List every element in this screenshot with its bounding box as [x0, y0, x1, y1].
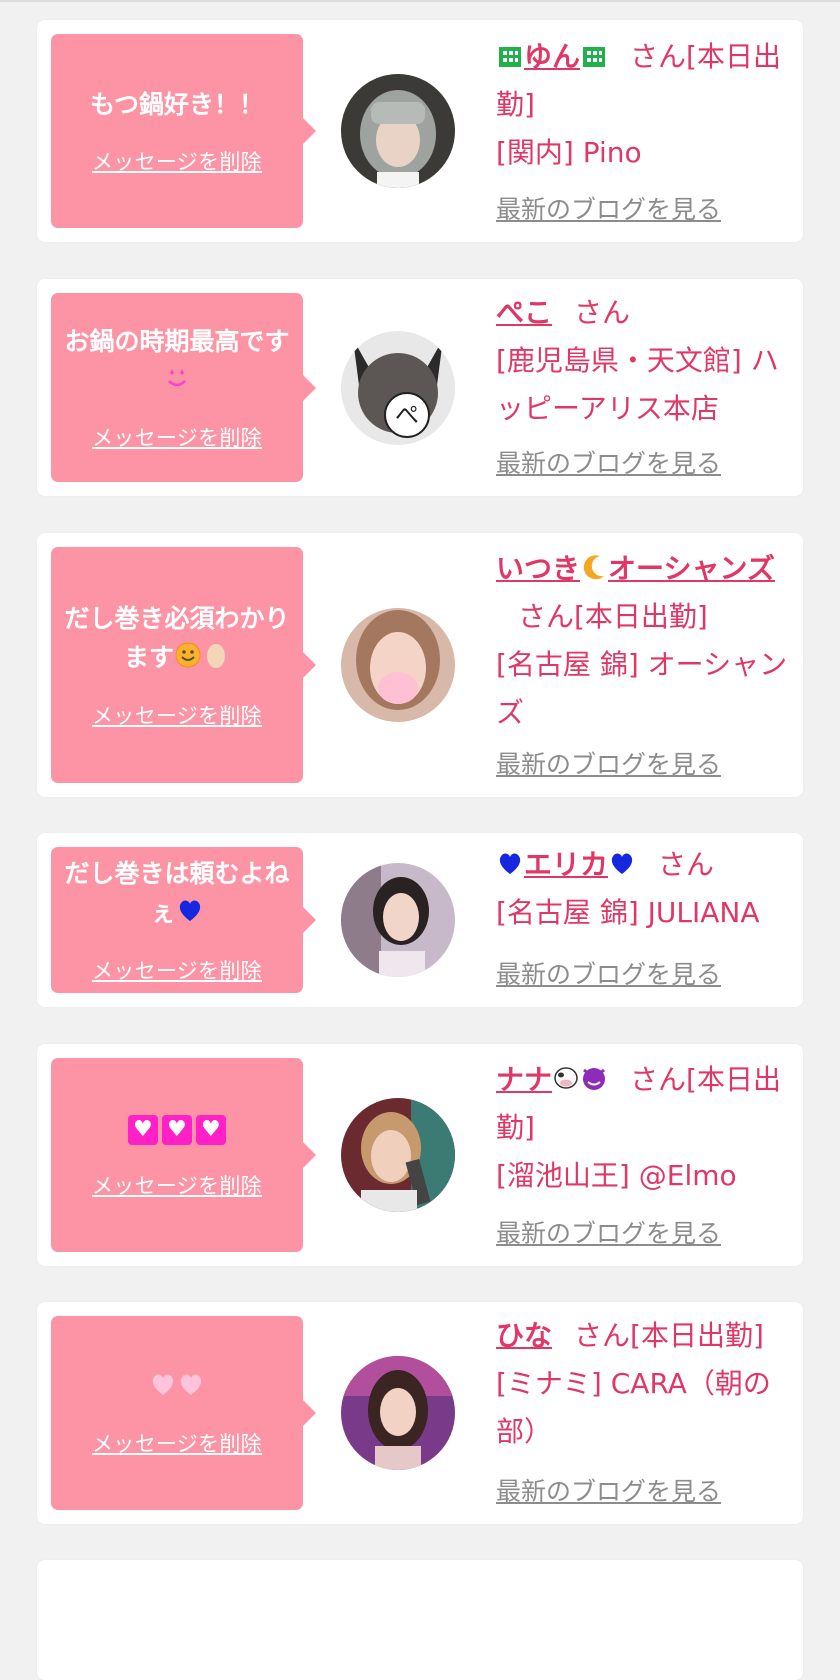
profile-name-link[interactable]: ゆん — [496, 40, 608, 73]
avatar[interactable] — [341, 608, 455, 722]
avatar[interactable]: ぺ — [341, 330, 455, 445]
message-bubble: メッセージを削除 — [51, 1058, 316, 1252]
latest-blog-link[interactable]: 最新のブログを見る — [496, 749, 721, 781]
building-icon — [580, 41, 608, 69]
message-card: だし巻き必須わかります メッセージを削除 いつき オーシャンズさん[本日出勤] [… — [37, 533, 803, 797]
delete-message-link[interactable]: メッセージを削除 — [92, 700, 262, 730]
shop-name: [名古屋 錦] JULIANA — [496, 896, 760, 929]
delete-message-link[interactable]: メッセージを削除 — [92, 955, 262, 985]
status-text: さん — [658, 848, 715, 881]
star-struck-face-icon — [163, 364, 191, 392]
message-bubble: だし巻きは頼むよねぇ メッセージを削除 — [51, 847, 316, 993]
profile-name-link[interactable]: いつき オーシャンズ — [496, 552, 775, 585]
message-bubble: お鍋の時期最高です メッセージを削除 — [51, 293, 316, 482]
message-bubble: メッセージを削除 — [51, 1316, 316, 1510]
delete-message-link[interactable]: メッセージを削除 — [92, 422, 262, 452]
avatar[interactable] — [341, 863, 455, 977]
crescent-moon-icon — [580, 553, 608, 581]
profile-info: エリカ さん [名古屋 錦] JULIANA — [496, 841, 791, 937]
latest-blog-link[interactable]: 最新のブログを見る — [496, 448, 721, 480]
message-card: メッセージを削除 ナナさん[本日出勤] [溜池山王] @Elmo 最新のブログを… — [37, 1044, 803, 1266]
message-card: お鍋の時期最高です メッセージを削除 ぺ ぺこ さん [鹿児島県・天文館] ハッピ… — [37, 279, 803, 496]
message-text: だし巻き必須わかります — [64, 604, 290, 672]
latest-blog-link[interactable]: 最新のブログを見る — [496, 959, 721, 991]
shop-name: [鹿児島県・天文館] ハッピーアリス本店 — [496, 344, 779, 425]
avatar[interactable] — [341, 1356, 455, 1470]
message-text: お鍋の時期最高です — [51, 323, 303, 401]
profile-info: ゆん さん[本日出勤] [関内] Pino — [496, 33, 791, 177]
message-card: もつ鍋好き！！ メッセージを削除 ゆん さん[本日出勤] [関内] Pino 最新… — [37, 20, 803, 242]
profile-name-link[interactable]: ぺこ — [496, 296, 552, 329]
latest-blog-link[interactable]: 最新のブログを見る — [496, 1218, 721, 1250]
status-text: さん[本日出勤] — [574, 1319, 764, 1352]
heart-box-icon — [196, 1114, 226, 1145]
status-text: さん — [574, 296, 631, 329]
message-card — [37, 1560, 803, 1680]
blue-heart-icon — [496, 849, 524, 877]
svg-text:ぺ: ぺ — [395, 401, 419, 429]
blue-heart-icon — [176, 896, 204, 924]
blue-heart-icon — [608, 849, 636, 877]
pink-heart-icon — [177, 1370, 205, 1398]
cow-icon — [552, 1064, 580, 1092]
message-bubble: だし巻き必須わかります メッセージを削除 — [51, 547, 316, 783]
egg-icon — [202, 641, 230, 669]
building-icon — [496, 41, 524, 69]
delete-message-link[interactable]: メッセージを削除 — [92, 1170, 262, 1200]
shop-name: [名古屋 錦] オーシャンズ — [496, 648, 788, 729]
pink-heart-icon — [149, 1370, 177, 1398]
message-text — [137, 1368, 217, 1407]
profile-name-link[interactable]: エリカ — [496, 848, 636, 881]
message-text — [114, 1110, 240, 1149]
shop-name: [関内] Pino — [496, 136, 642, 169]
purple-devil-icon — [580, 1064, 608, 1092]
message-card: メッセージを削除 ひな さん[本日出勤] [ミナミ] CARA（朝の部） 最新のブ… — [37, 1302, 803, 1524]
message-text: だし巻きは頼むよねぇ — [64, 859, 290, 927]
status-text: さん[本日出勤] — [518, 600, 708, 633]
latest-blog-link[interactable]: 最新のブログを見る — [496, 194, 721, 226]
heart-box-icon — [162, 1114, 192, 1145]
profile-info: いつき オーシャンズさん[本日出勤] [名古屋 錦] オーシャンズ — [496, 545, 791, 737]
message-text: もつ鍋好き！！ — [89, 89, 264, 119]
message-bubble: もつ鍋好き！！ メッセージを削除 — [51, 34, 316, 228]
smiley-face-icon — [174, 641, 202, 669]
profile-info: ぺこ さん [鹿児島県・天文館] ハッピーアリス本店 — [496, 289, 791, 433]
profile-name-link[interactable]: ひな — [496, 1319, 552, 1352]
avatar[interactable] — [341, 74, 455, 188]
profile-name: ゆん — [524, 40, 581, 73]
avatar[interactable] — [341, 1098, 455, 1212]
shop-name: [溜池山王] @Elmo — [496, 1159, 737, 1192]
profile-info: ナナ さん[本日出勤] [溜池山王] @Elmo — [496, 1056, 791, 1200]
delete-message-link[interactable]: メッセージを削除 — [92, 1428, 262, 1458]
shop-name: [ミナミ] CARA（朝の部） — [496, 1367, 771, 1448]
heart-box-icon — [128, 1114, 158, 1145]
message-card: だし巻きは頼むよねぇ メッセージを削除 エリカ さん [名古屋 錦] JULIAN… — [37, 833, 803, 1007]
profile-info: ひな さん[本日出勤] [ミナミ] CARA（朝の部） — [496, 1312, 791, 1456]
profile-name-link[interactable]: ナナ — [496, 1063, 608, 1096]
delete-message-link[interactable]: メッセージを削除 — [92, 146, 262, 176]
latest-blog-link[interactable]: 最新のブログを見る — [496, 1476, 721, 1508]
top-divider — [0, 0, 840, 2]
